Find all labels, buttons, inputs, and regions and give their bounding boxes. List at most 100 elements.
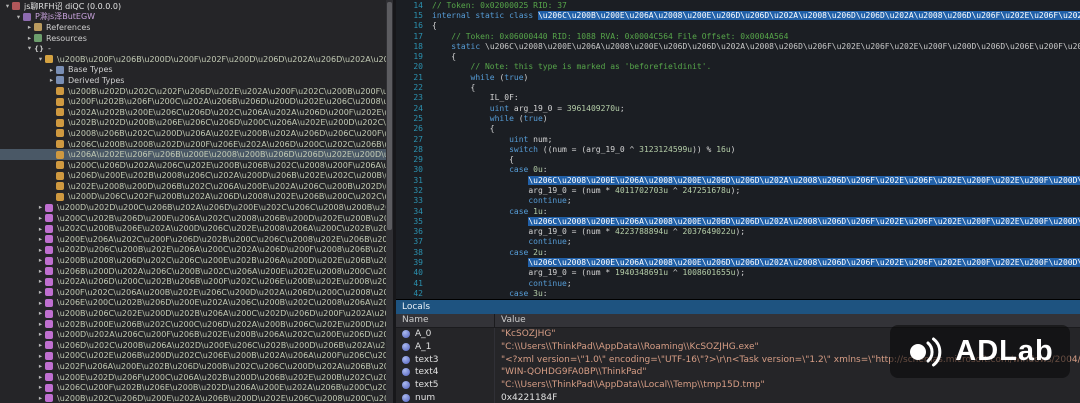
- code-line[interactable]: 23 IL_0F:: [396, 93, 1080, 103]
- code-token[interactable]: ;: [567, 279, 572, 288]
- code-line[interactable]: 17 // Token: 0x06000440 RID: 1088 RVA: 0…: [396, 31, 1080, 41]
- expand-icon[interactable]: ▸: [47, 77, 56, 84]
- code-token[interactable]: static: [451, 42, 480, 51]
- code-token[interactable]: // Token: 0x06000440 RID: 1088 RVA: 0x00…: [432, 32, 788, 41]
- line-number[interactable]: 21: [396, 73, 432, 82]
- code-token[interactable]: [432, 176, 528, 185]
- code-token[interactable]: [432, 42, 451, 51]
- code-line[interactable]: 39 \u206C\u2008\u200E\u206A\u2008\u200E\…: [396, 257, 1080, 267]
- expand-icon[interactable]: ▸: [36, 215, 45, 222]
- locals-row[interactable]: num0x4221184F: [396, 391, 1080, 403]
- code-token[interactable]: 4223788894u: [615, 227, 668, 236]
- expand-icon[interactable]: ▸: [36, 395, 45, 402]
- code-token[interactable]: while: [471, 73, 495, 82]
- tree-item[interactable]: ▸\u202C\u200B\u206E\u202A\u200D\u206C\u2…: [0, 223, 386, 234]
- code-token[interactable]: arg_19_0 = (num *: [432, 186, 615, 195]
- code-line[interactable]: 28 switch ((num = (arg_19_0 ^ 3123124599…: [396, 144, 1080, 154]
- tree-item[interactable]: \u206A\u202E\u206F\u206B\u200E\u2008\u20…: [0, 149, 386, 160]
- tree-item[interactable]: ▸\u206C\u200F\u202B\u206E\u200B\u202D\u2…: [0, 382, 386, 393]
- code-token[interactable]: // Token: 0x02000025 RID: 37: [432, 1, 567, 10]
- tree-item[interactable]: ▸Derived Types: [0, 75, 386, 86]
- expand-icon[interactable]: ▸: [36, 363, 45, 370]
- line-number[interactable]: 28: [396, 145, 432, 154]
- code-line[interactable]: 21 while (true): [396, 72, 1080, 82]
- code-token[interactable]: // Note: this type is marked as 'beforef…: [432, 62, 711, 71]
- tree-item[interactable]: ▸\u200D\u202D\u200C\u206B\u202A\u206D\u2…: [0, 202, 386, 213]
- code-token[interactable]: while: [490, 114, 514, 123]
- tree-item[interactable]: \u202B\u202D\u200B\u206E\u206C\u206D\u20…: [0, 118, 386, 129]
- code-token[interactable]: [432, 73, 471, 82]
- line-number[interactable]: 20: [396, 62, 432, 71]
- locals-row[interactable]: text5"C:\\Users\\ThinkPad\\AppData\\Loca…: [396, 379, 1080, 392]
- code-token[interactable]: 2u: [533, 248, 543, 257]
- code-token[interactable]: );: [735, 268, 745, 277]
- code-token[interactable]: 3961409270u: [567, 104, 620, 113]
- code-token[interactable]: ;: [567, 196, 572, 205]
- expand-icon[interactable]: ▸: [36, 236, 45, 243]
- expand-icon[interactable]: ▸: [25, 35, 34, 42]
- code-token[interactable]: [432, 104, 490, 113]
- code-token[interactable]: [432, 217, 528, 226]
- tree-item[interactable]: ▸Base Types: [0, 65, 386, 76]
- code-token[interactable]: :: [543, 248, 548, 257]
- expand-icon[interactable]: ▸: [36, 342, 45, 349]
- line-number[interactable]: 17: [396, 32, 432, 41]
- code-token[interactable]: [432, 289, 509, 298]
- code-line[interactable]: 29 {: [396, 154, 1080, 164]
- code-line[interactable]: 32 arg_19_0 = (num * 4011702703u ^ 24725…: [396, 185, 1080, 195]
- line-number[interactable]: 37: [396, 237, 432, 246]
- line-number[interactable]: 25: [396, 114, 432, 123]
- line-number[interactable]: 14: [396, 1, 432, 10]
- code-token[interactable]: {: [432, 83, 475, 92]
- code-token[interactable]: ): [524, 73, 529, 82]
- code-token[interactable]: arg_19_0 = (num *: [432, 268, 615, 277]
- collapse-icon[interactable]: ▾: [14, 14, 23, 21]
- code-token[interactable]: ((num = (arg_19_0 ^: [538, 145, 639, 154]
- code-token[interactable]: (: [495, 73, 505, 82]
- code-token[interactable]: [432, 248, 509, 257]
- code-line[interactable]: 40 arg_19_0 = (num * 1940348691u ^ 10086…: [396, 268, 1080, 278]
- code-token[interactable]: case: [509, 207, 528, 216]
- tree-item[interactable]: \u202A\u202B\u200E\u206C\u206D\u202C\u20…: [0, 107, 386, 118]
- code-token[interactable]: 3123124599u: [639, 145, 692, 154]
- tree-item[interactable]: \u200B\u202D\u202C\u202F\u206D\u202E\u20…: [0, 86, 386, 97]
- line-number[interactable]: 41: [396, 279, 432, 288]
- expand-icon[interactable]: ▸: [47, 67, 56, 74]
- highlighted-reference[interactable]: \u206C\u2008\u200E\u206A\u2008\u200E\u20…: [528, 176, 1080, 185]
- code-line[interactable]: 35 \u206C\u2008\u200E\u206A\u2008\u200E\…: [396, 216, 1080, 226]
- line-number[interactable]: 38: [396, 248, 432, 257]
- line-number[interactable]: 29: [396, 155, 432, 164]
- code-token[interactable]: ;: [620, 104, 625, 113]
- code-token[interactable]: )) %: [692, 145, 716, 154]
- collapse-icon[interactable]: ▾: [25, 45, 34, 52]
- tree-item[interactable]: \u202E\u2008\u200D\u206B\u202C\u206A\u20…: [0, 181, 386, 192]
- tree-item[interactable]: ▸\u200B\u202C\u206D\u200E\u202A\u206B\u2…: [0, 393, 386, 403]
- line-number[interactable]: 22: [396, 83, 432, 92]
- expand-icon[interactable]: ▸: [36, 353, 45, 360]
- code-token[interactable]: true: [524, 114, 543, 123]
- code-line[interactable]: 36 arg_19_0 = (num * 4223788894u ^ 20376…: [396, 227, 1080, 237]
- code-token[interactable]: 1u: [533, 207, 543, 216]
- collapse-icon[interactable]: ▾: [3, 3, 12, 10]
- expand-icon[interactable]: ▸: [36, 204, 45, 211]
- code-line[interactable]: 20 // Note: this type is marked as 'befo…: [396, 62, 1080, 72]
- code-token[interactable]: 4011702703u: [615, 186, 668, 195]
- code-token[interactable]: {: [432, 52, 456, 61]
- code-token[interactable]: [432, 145, 509, 154]
- code-line[interactable]: 34 case 1u:: [396, 206, 1080, 216]
- code-token[interactable]: switch: [509, 145, 538, 154]
- code-token[interactable]: (: [514, 114, 524, 123]
- code-line[interactable]: 19 {: [396, 51, 1080, 61]
- column-header-name[interactable]: Name: [396, 314, 495, 327]
- code-token[interactable]: true: [504, 73, 523, 82]
- code-token[interactable]: continue: [528, 279, 567, 288]
- code-token[interactable]: ^: [668, 186, 682, 195]
- code-line[interactable]: 25 while (true): [396, 113, 1080, 123]
- code-token[interactable]: :: [543, 207, 548, 216]
- line-number[interactable]: 16: [396, 21, 432, 30]
- line-number[interactable]: 42: [396, 289, 432, 298]
- code-token[interactable]: arg_19_0 = (num *: [432, 227, 615, 236]
- line-number[interactable]: 32: [396, 186, 432, 195]
- tree-scrollbar[interactable]: [386, 0, 393, 403]
- code-token[interactable]: ): [543, 114, 548, 123]
